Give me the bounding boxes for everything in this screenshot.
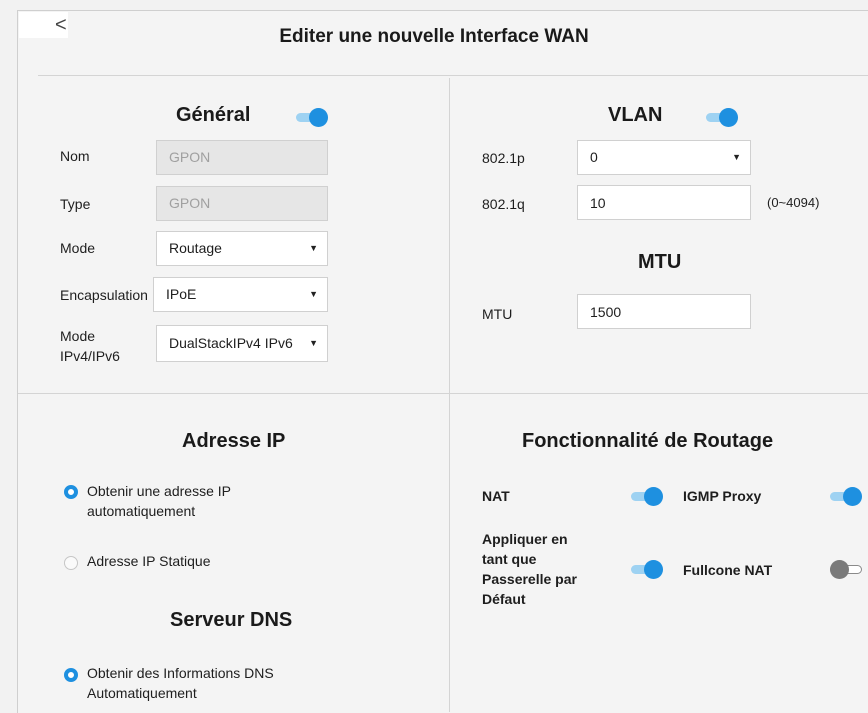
- default-gateway-label: Appliquer en tant que Passerelle par Déf…: [482, 529, 577, 609]
- mtu-label: MTU: [482, 306, 513, 322]
- default-gateway-label-line2: tant que: [482, 551, 537, 567]
- caret-down-icon: ▼: [732, 152, 741, 162]
- general-toggle[interactable]: [296, 107, 330, 127]
- ipmode-label-line1: Mode: [60, 328, 96, 344]
- default-gateway-label-line1: Appliquer en: [482, 531, 568, 547]
- igmp-proxy-label: IGMP Proxy: [683, 488, 762, 504]
- encapsulation-label: Encapsulation: [60, 287, 148, 303]
- vlan-section-title: VLAN: [608, 104, 663, 126]
- nat-toggle[interactable]: [631, 486, 665, 506]
- nom-label: Nom: [60, 148, 90, 164]
- mode-label: Mode: [60, 240, 96, 256]
- dns-auto-label-line2: Automatiquement: [87, 685, 197, 701]
- ipmode-select[interactable]: DualStackIPv4 IPv6 ▼: [156, 325, 328, 362]
- toggle-knob: [719, 108, 738, 127]
- routing-section-title: Fonctionnalité de Routage: [522, 430, 774, 452]
- ip-address-section-title: Adresse IP: [182, 430, 286, 452]
- toggle-knob: [644, 487, 663, 506]
- caret-down-icon: ▼: [309, 289, 318, 299]
- ip-static-label: Adresse IP Statique: [87, 553, 211, 569]
- vlan-toggle[interactable]: [706, 107, 740, 127]
- mode-select[interactable]: Routage ▼: [156, 231, 328, 266]
- column-divider-top: [449, 78, 450, 393]
- fullcone-nat-label: Fullcone NAT: [683, 562, 773, 578]
- ipmode-label: Mode IPv4/IPv6: [60, 326, 120, 366]
- wan-interface-panel: <: [17, 10, 868, 713]
- 8021q-input[interactable]: [577, 185, 751, 220]
- ipmode-label-line2: IPv4/IPv6: [60, 348, 120, 364]
- dns-auto-radio[interactable]: [64, 668, 78, 682]
- igmp-proxy-toggle[interactable]: [830, 486, 864, 506]
- ip-auto-radio[interactable]: [64, 485, 78, 499]
- caret-down-icon: ▼: [309, 243, 318, 253]
- ip-auto-label: Obtenir une adresse IP automatiquement: [87, 481, 231, 521]
- default-gateway-label-line3: Passerelle par: [482, 571, 577, 587]
- ip-auto-label-line1: Obtenir une adresse IP: [87, 483, 231, 499]
- toggle-knob: [843, 487, 862, 506]
- 8021q-label: 802.1q: [482, 196, 525, 212]
- fullcone-nat-toggle[interactable]: [830, 559, 864, 579]
- type-field: GPON: [156, 186, 328, 221]
- caret-down-icon: ▼: [309, 338, 318, 348]
- ip-static-radio[interactable]: [64, 556, 78, 570]
- nom-field: GPON: [156, 140, 328, 175]
- ip-auto-label-line2: automatiquement: [87, 503, 196, 519]
- encapsulation-select-value: IPoE: [166, 286, 197, 302]
- column-divider-bottom: [449, 394, 450, 712]
- toggle-knob: [309, 108, 328, 127]
- toggle-knob: [644, 560, 663, 579]
- mtu-input[interactable]: [577, 294, 751, 329]
- nat-label: NAT: [482, 488, 510, 504]
- mtu-section-title: MTU: [638, 251, 682, 273]
- ipmode-select-value: DualStackIPv4 IPv6: [169, 335, 293, 351]
- dns-section-title: Serveur DNS: [170, 609, 293, 631]
- default-gateway-toggle[interactable]: [631, 559, 665, 579]
- dns-auto-label-line1: Obtenir des Informations DNS: [87, 665, 274, 681]
- default-gateway-label-line4: Défaut: [482, 591, 526, 607]
- section-divider: [18, 393, 868, 394]
- general-section-title: Général: [176, 104, 251, 126]
- title-divider: [38, 75, 868, 76]
- mode-select-value: Routage: [169, 240, 222, 256]
- type-label: Type: [60, 196, 91, 212]
- toggle-knob: [830, 560, 849, 579]
- 8021p-select-value: 0: [590, 149, 598, 165]
- 8021p-label: 802.1p: [482, 150, 525, 166]
- 8021p-select[interactable]: 0 ▼: [577, 140, 751, 175]
- page-title: Editer une nouvelle Interface WAN: [279, 26, 589, 47]
- encapsulation-select[interactable]: IPoE ▼: [153, 277, 328, 312]
- 8021q-range-hint: (0~4094): [767, 195, 820, 210]
- dns-auto-label: Obtenir des Informations DNS Automatique…: [87, 663, 274, 703]
